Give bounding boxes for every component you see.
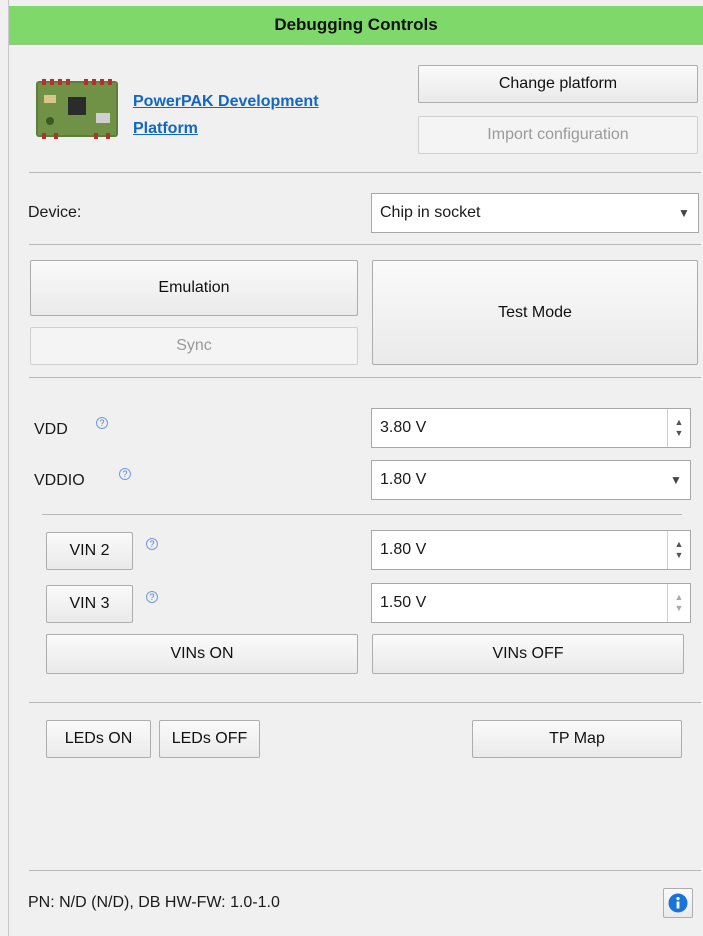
change-platform-label: Change platform — [498, 75, 618, 92]
separator — [29, 377, 701, 378]
device-select-value: Chip in socket — [380, 204, 481, 221]
vin3-help-icon[interactable]: ? — [146, 591, 158, 603]
status-text: PN: N/D (N/D), DB HW-FW: 1.0-1.0 — [28, 894, 280, 911]
separator — [29, 244, 701, 245]
import-configuration-button[interactable]: Import configuration — [418, 116, 698, 154]
test-mode-button[interactable]: Test Mode — [372, 260, 698, 365]
vins-on-label: VINs ON — [170, 645, 234, 662]
emulation-button[interactable]: Emulation — [30, 260, 358, 316]
vdd-label: VDD — [34, 421, 68, 438]
sync-label: Sync — [176, 337, 212, 354]
vins-on-button[interactable]: VINs ON — [46, 634, 358, 674]
separator — [29, 172, 701, 173]
vins-off-label: VINs OFF — [492, 645, 564, 662]
vddio-help-icon[interactable]: ? — [119, 468, 131, 480]
debugging-controls-panel: Debugging Controls PowerPAK Development … — [8, 0, 703, 936]
tp-map-label: TP Map — [549, 730, 605, 747]
spin-arrows-icon[interactable]: ▲ ▼ — [667, 409, 690, 447]
vin2-button[interactable]: VIN 2 — [46, 532, 133, 570]
platform-link-line1: PowerPAK Development — [133, 93, 319, 110]
info-button[interactable] — [663, 888, 693, 918]
vin3-value: 1.50 V — [380, 594, 427, 611]
sync-button[interactable]: Sync — [30, 327, 358, 365]
chevron-down-icon: ▼ — [670, 473, 682, 487]
vin2-help-icon[interactable]: ? — [146, 538, 158, 550]
leds-off-label: LEDs OFF — [171, 730, 248, 747]
chevron-down-icon: ▼ — [678, 206, 690, 220]
platform-link-line2: Platform — [133, 120, 198, 137]
panel-title: Debugging Controls — [274, 15, 438, 34]
vin3-label: VIN 3 — [69, 595, 110, 612]
device-select[interactable]: Chip in socket ▼ — [371, 193, 699, 233]
info-icon — [668, 893, 688, 913]
vin3-spinbox[interactable]: 1.50 V ▲ ▼ — [371, 583, 691, 623]
vdd-spinbox[interactable]: 3.80 V ▲ ▼ — [371, 408, 691, 448]
import-configuration-label: Import configuration — [487, 126, 629, 143]
device-label: Device: — [28, 204, 82, 221]
leds-on-label: LEDs ON — [64, 730, 133, 747]
vin2-label: VIN 2 — [69, 542, 110, 559]
panel-header: Debugging Controls — [9, 6, 703, 45]
vdd-value: 3.80 V — [380, 419, 427, 436]
spin-arrows-icon[interactable]: ▲ ▼ — [667, 531, 690, 569]
emulation-label: Emulation — [158, 279, 230, 296]
vddio-label: VDDIO — [34, 472, 85, 489]
vin2-value: 1.80 V — [380, 541, 427, 558]
change-platform-button[interactable]: Change platform — [418, 65, 698, 103]
test-mode-label: Test Mode — [498, 303, 572, 321]
tp-map-button[interactable]: TP Map — [472, 720, 682, 758]
vin2-spinbox[interactable]: 1.80 V ▲ ▼ — [371, 530, 691, 570]
platform-board-image — [36, 79, 118, 139]
separator — [42, 514, 682, 515]
vins-off-button[interactable]: VINs OFF — [372, 634, 684, 674]
separator — [29, 870, 701, 871]
separator — [29, 702, 701, 703]
vdd-help-icon[interactable]: ? — [96, 417, 108, 429]
vddio-select[interactable]: 1.80 V ▼ — [371, 460, 691, 500]
leds-off-button[interactable]: LEDs OFF — [159, 720, 260, 758]
leds-on-button[interactable]: LEDs ON — [46, 720, 151, 758]
platform-link[interactable]: PowerPAK Development Platform — [133, 88, 373, 142]
spin-arrows-icon[interactable]: ▲ ▼ — [667, 584, 690, 622]
vin3-button[interactable]: VIN 3 — [46, 585, 133, 623]
vddio-value: 1.80 V — [380, 471, 427, 488]
